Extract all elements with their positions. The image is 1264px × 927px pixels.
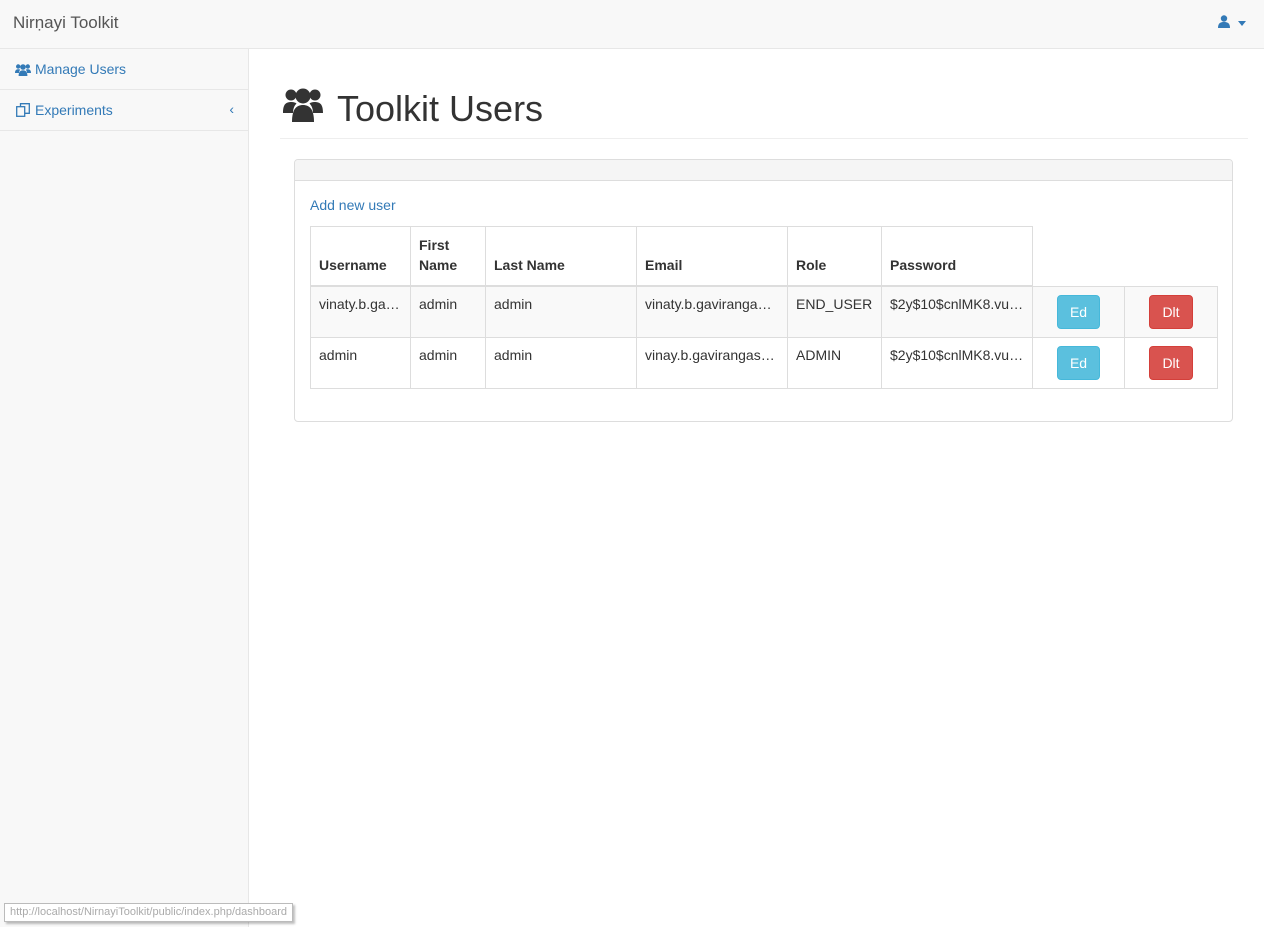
delete-button[interactable]: Dlt: [1149, 294, 1193, 329]
column-header-password: Password: [881, 226, 1033, 287]
copy-icon: [15, 103, 31, 117]
column-header-last-name: Last Name: [485, 226, 637, 287]
cell-email: vinay.b.gavirangas…: [636, 336, 788, 389]
edit-button[interactable]: Ed: [1056, 294, 1101, 329]
column-header-email: Email: [636, 226, 788, 287]
add-new-user-link[interactable]: Add new user: [310, 197, 396, 213]
cell-first-name: admin: [410, 285, 486, 338]
sidebar: Manage Users Experiments ‹: [0, 49, 249, 927]
caret-down-icon: [1238, 20, 1246, 26]
cell-first-name: admin: [410, 336, 486, 389]
cell-username: vinaty.b.gaviranga…: [310, 285, 411, 338]
cell-last-name: admin: [485, 285, 637, 338]
users-table: Username First Name Last Name Email Role…: [310, 226, 1218, 389]
cell-delete: Dlt: [1124, 285, 1218, 338]
sidebar-item-label: Experiments: [35, 102, 113, 118]
cell-username: admin: [310, 336, 411, 389]
column-header-blank: [1032, 226, 1125, 287]
column-header-role: Role: [787, 226, 882, 287]
page-title-text: Toolkit Users: [337, 87, 544, 129]
chevron-left-icon: ‹: [229, 101, 234, 117]
column-header-username: Username: [310, 226, 411, 287]
users-panel: Add new user Username First Name Last Na…: [294, 159, 1233, 422]
cell-last-name: admin: [485, 336, 637, 389]
users-icon: [283, 86, 323, 131]
column-header-first-name: First Name: [410, 226, 486, 287]
cell-email: vinaty.b.gaviranga…: [636, 285, 788, 338]
table-row: vinaty.b.gaviranga… admin admin vinaty.b…: [310, 285, 1218, 338]
edit-button[interactable]: Ed: [1056, 345, 1101, 380]
table-row: admin admin admin vinay.b.gavirangas… AD…: [310, 336, 1218, 389]
delete-button[interactable]: Dlt: [1149, 345, 1193, 380]
top-navbar: Nirṇayi Toolkit: [0, 0, 1264, 49]
sidebar-item-label: Manage Users: [35, 61, 127, 77]
cell-password: $2y$10$cnlMK8.vu…: [881, 336, 1033, 389]
user-menu-toggle[interactable]: [1218, 15, 1246, 31]
column-header-blank: [1124, 226, 1218, 287]
status-bar-url: http://localhost/NirnayiToolkit/public/i…: [4, 903, 293, 922]
cell-delete: Dlt: [1124, 336, 1218, 389]
panel-heading: [295, 160, 1232, 181]
sidebar-item-experiments[interactable]: Experiments ‹: [0, 90, 248, 131]
user-icon: [1218, 15, 1230, 31]
cell-edit: Ed: [1032, 285, 1125, 338]
page-title: Toolkit Users: [283, 86, 543, 131]
cell-role: END_USER: [787, 285, 882, 338]
brand-link[interactable]: Nirṇayi Toolkit: [13, 13, 119, 33]
page-header: Toolkit Users: [280, 84, 1248, 139]
table-header-row: Username First Name Last Name Email Role…: [310, 226, 1218, 287]
cell-edit: Ed: [1032, 336, 1125, 389]
users-icon: [15, 62, 31, 76]
cell-role: ADMIN: [787, 336, 882, 389]
cell-password: $2y$10$cnlMK8.vu…: [881, 285, 1033, 338]
sidebar-item-manage-users[interactable]: Manage Users: [0, 49, 248, 90]
